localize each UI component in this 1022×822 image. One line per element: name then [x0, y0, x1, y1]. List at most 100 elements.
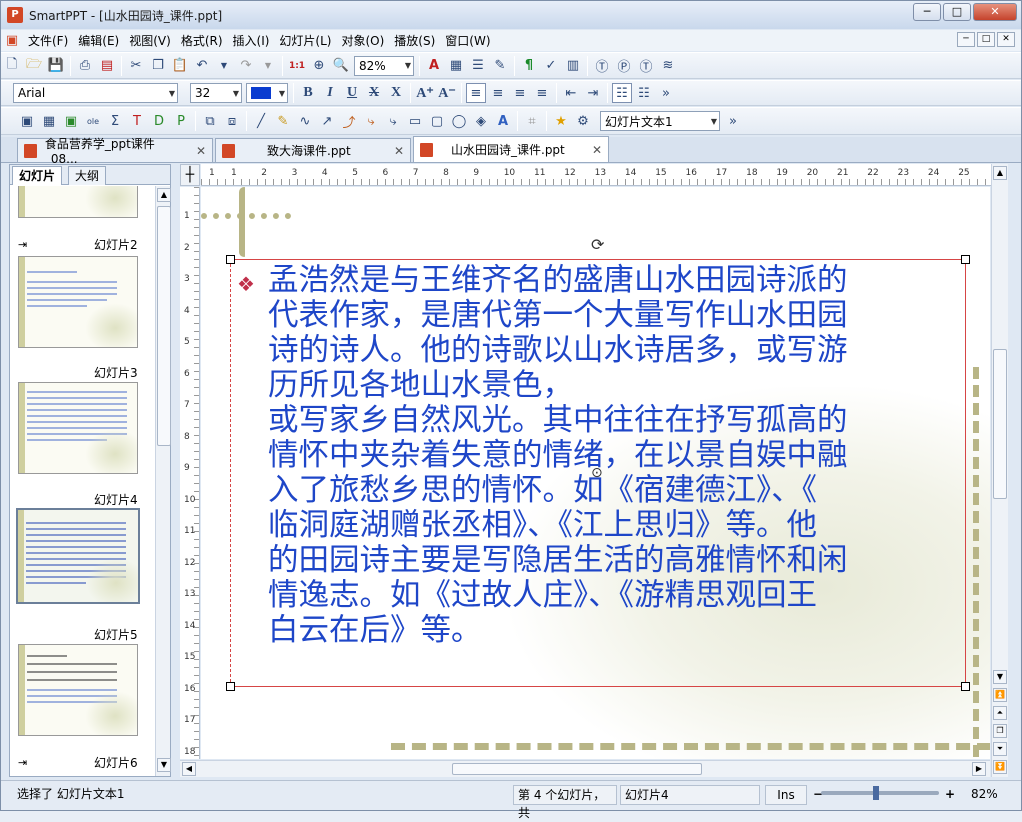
- align-center-icon[interactable]: ≡: [488, 83, 508, 103]
- zoom-combo[interactable]: 82% ▼: [354, 55, 414, 76]
- menu-file[interactable]: 文件(F): [23, 31, 73, 51]
- resize-handle[interactable]: [226, 682, 235, 691]
- table-frame-icon[interactable]: ▦: [39, 111, 59, 131]
- menu-window[interactable]: 窗口(W): [440, 31, 495, 51]
- page-p-icon[interactable]: Ⓟ: [614, 56, 634, 76]
- menu-edit[interactable]: 编辑(E): [73, 31, 124, 51]
- menu-view[interactable]: 视图(V): [124, 31, 176, 51]
- strikethrough-icon[interactable]: X: [364, 83, 384, 103]
- justify-icon[interactable]: ≡: [532, 83, 552, 103]
- italic-icon[interactable]: I: [320, 83, 340, 103]
- align-right-icon[interactable]: ≡: [510, 83, 530, 103]
- maximize-button[interactable]: □: [943, 3, 971, 21]
- copy-slide-icon[interactable]: ❐: [993, 724, 1007, 738]
- clear-format-icon[interactable]: X: [386, 83, 406, 103]
- close-tab-icon[interactable]: ✕: [186, 144, 206, 158]
- prev-slide-icon[interactable]: ⏶: [993, 706, 1007, 720]
- zoom-fit-icon[interactable]: ⊕: [309, 56, 329, 76]
- undo-icon[interactable]: ↶: [192, 56, 212, 76]
- close-tab-icon[interactable]: ✕: [582, 143, 602, 157]
- pdf-icon[interactable]: ▤: [97, 56, 117, 76]
- scroll-down-icon[interactable]: ▼: [157, 758, 171, 772]
- resize-handle[interactable]: [226, 255, 235, 264]
- numbered-list-icon[interactable]: ☷: [634, 83, 654, 103]
- close-tab-icon[interactable]: ✕: [384, 144, 404, 158]
- p-frame-icon[interactable]: P: [171, 111, 191, 131]
- dropdown-icon[interactable]: ▼: [214, 56, 234, 76]
- doc-close-button[interactable]: ✕: [997, 32, 1015, 47]
- shapes-icon[interactable]: ◈: [471, 111, 491, 131]
- more-toolbar-icon[interactable]: »: [723, 111, 743, 131]
- menu-play[interactable]: 播放(S): [389, 31, 440, 51]
- canvas-vertical-scrollbar[interactable]: ▲ ▼ ⏫ ⏶ ❐ ⏷ ⏬: [991, 164, 1008, 777]
- slide-body-text[interactable]: 孟浩然是与王维齐名的盛唐山水田园诗派的 代表作家，是唐代第一个大量写作山水田园 …: [268, 263, 938, 648]
- table-icon[interactable]: ▦: [446, 56, 466, 76]
- canvas-horizontal-scrollbar[interactable]: ◀ ▶: [180, 760, 990, 777]
- text-frame-icon[interactable]: T: [127, 111, 147, 131]
- page-t2-icon[interactable]: Ⓣ: [636, 56, 656, 76]
- crop-icon[interactable]: ⌗: [522, 111, 542, 131]
- new-file-icon[interactable]: 🗋: [2, 56, 22, 76]
- wordart-icon[interactable]: A: [493, 111, 513, 131]
- more-toolbar-icon[interactable]: »: [656, 83, 676, 103]
- arrow-icon[interactable]: ↗: [317, 111, 337, 131]
- select-frame-icon[interactable]: ▣: [17, 111, 37, 131]
- d-frame-icon[interactable]: D: [149, 111, 169, 131]
- grow-font-icon[interactable]: A⁺: [415, 83, 435, 103]
- format-painter-icon[interactable]: ✎: [490, 56, 510, 76]
- font-color-combo[interactable]: ▼: [246, 83, 288, 103]
- slide-panel-scrollbar[interactable]: ▲ ▼: [155, 186, 171, 776]
- minimize-button[interactable]: ─: [913, 3, 941, 21]
- shrink-font-icon[interactable]: A⁻: [437, 83, 457, 103]
- align-left-icon[interactable]: ≡: [466, 83, 486, 103]
- slide-thumb-3[interactable]: [18, 382, 138, 474]
- paste-icon[interactable]: 📋: [170, 56, 190, 76]
- rounded-rect-icon[interactable]: ▢: [427, 111, 447, 131]
- scroll-right-icon[interactable]: ▶: [972, 762, 986, 776]
- menu-slide[interactable]: 幻灯片(L): [274, 31, 336, 51]
- dropdown-icon[interactable]: ▼: [258, 56, 278, 76]
- vertical-ruler[interactable]: 1 2 3 4 5 6 7 8 9 10 11 12 13 14 15 16 17 18: [180, 187, 200, 759]
- spellcheck-icon[interactable]: ✓: [541, 56, 561, 76]
- rounded-connector-icon[interactable]: ⤷: [383, 111, 403, 131]
- close-button[interactable]: ✕: [973, 3, 1017, 21]
- tab-doc-1[interactable]: 食品营养学_ppt课件_08... ✕: [17, 137, 213, 166]
- actual-size-icon[interactable]: 1:1: [287, 56, 307, 76]
- tab-doc-2[interactable]: 致大海课件.ppt ✕: [215, 138, 411, 162]
- elbow-connector-icon[interactable]: ⤷: [361, 111, 381, 131]
- scroll-up-icon[interactable]: ▲: [157, 188, 171, 202]
- curve-icon[interactable]: ∿: [295, 111, 315, 131]
- zoom-slider-knob[interactable]: [873, 786, 879, 800]
- ellipse-icon[interactable]: ◯: [449, 111, 469, 131]
- horizontal-ruler[interactable]: 1 1 2 3 4 5 6 7 8 9 10 11 12 13 14 15 16 17 18 19 20 21 22 23 24…: [201, 164, 991, 186]
- page-t-icon[interactable]: Ⓣ: [592, 56, 612, 76]
- cut-icon[interactable]: ✂: [126, 56, 146, 76]
- slide-thumb-5[interactable]: [18, 644, 138, 736]
- object-selector[interactable]: 幻灯片文本1 ▼: [600, 111, 720, 131]
- underline-icon[interactable]: U: [342, 83, 362, 103]
- font-name-combo[interactable]: Arial ▼: [13, 83, 178, 103]
- next-slide-icon[interactable]: ⏷: [993, 742, 1007, 756]
- print-icon[interactable]: ⎙: [75, 56, 95, 76]
- list-icon[interactable]: ☰: [468, 56, 488, 76]
- scroll-thumb[interactable]: [452, 763, 702, 775]
- ole-object-icon[interactable]: ole: [83, 111, 103, 131]
- bullet-list-icon[interactable]: ☷: [612, 83, 632, 103]
- indent-icon[interactable]: ⇥: [583, 83, 603, 103]
- image-frame-icon[interactable]: ▣: [61, 111, 81, 131]
- tab-doc-3[interactable]: 山水田园诗_课件.ppt ✕: [413, 136, 609, 162]
- formula-icon[interactable]: Σ: [105, 111, 125, 131]
- ungroup-icon[interactable]: ⧈: [222, 111, 242, 131]
- doc-minimize-button[interactable]: ─: [957, 32, 975, 47]
- scroll-thumb[interactable]: [157, 206, 171, 446]
- menu-format[interactable]: 格式(R): [176, 31, 228, 51]
- rotate-handle-icon[interactable]: ⟳: [591, 235, 604, 254]
- scroll-up-icon[interactable]: ▲: [993, 166, 1007, 180]
- save-icon[interactable]: 💾: [46, 56, 66, 76]
- last-slide-icon[interactable]: ⏬: [993, 760, 1007, 774]
- chart-icon[interactable]: ▥: [563, 56, 583, 76]
- star-icon[interactable]: ★: [551, 111, 571, 131]
- resize-handle[interactable]: [961, 682, 970, 691]
- bold-icon[interactable]: B: [298, 83, 318, 103]
- slide-thumb-2[interactable]: [18, 256, 138, 348]
